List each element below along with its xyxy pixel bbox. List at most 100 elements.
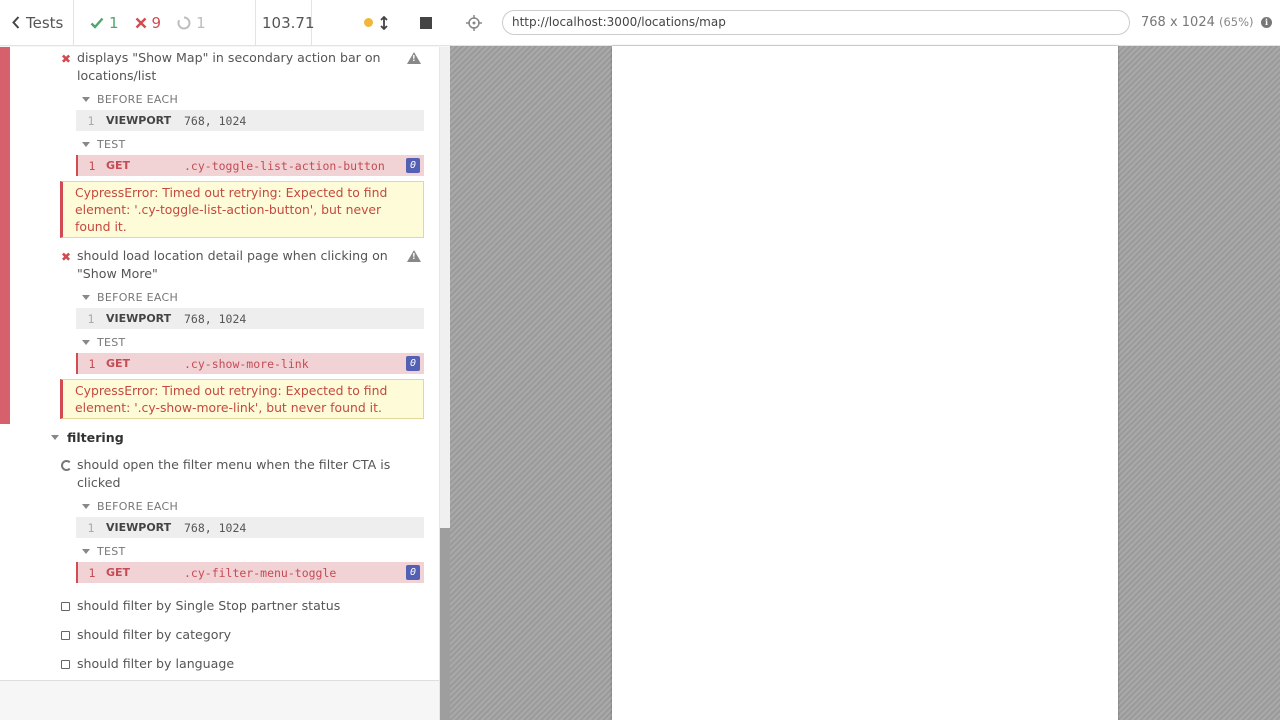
stop-icon[interactable] bbox=[420, 16, 432, 29]
command-message: .cy-filter-menu-toggle bbox=[184, 565, 337, 580]
warning-icon[interactable] bbox=[407, 52, 421, 64]
failed-stat[interactable]: 9 bbox=[135, 13, 162, 32]
error-line: element: '.cy-toggle-list-action-button'… bbox=[75, 202, 382, 217]
command-message: 768, 1024 bbox=[184, 520, 247, 535]
pending-count: 1 bbox=[196, 13, 206, 32]
command-message: .cy-show-more-link bbox=[184, 356, 309, 371]
duration: 103.71 bbox=[256, 0, 315, 45]
test-body-hook[interactable]: TEST bbox=[82, 138, 126, 151]
command-name: GET bbox=[106, 357, 131, 370]
caret-down-icon bbox=[82, 549, 90, 554]
stats: 1 9 1 bbox=[74, 0, 256, 45]
pending-square-icon bbox=[61, 660, 70, 669]
error-line: found it. bbox=[75, 219, 127, 234]
reporter-footer bbox=[0, 680, 439, 720]
command-name: GET bbox=[106, 566, 131, 579]
command-number: 1 bbox=[87, 311, 95, 326]
tests-back-button[interactable]: Tests bbox=[0, 0, 74, 45]
test-body-hook[interactable]: TEST bbox=[82, 336, 126, 349]
before-each-hook[interactable]: BEFORE EACH bbox=[82, 291, 178, 304]
test-title-line: should load location detail page when cl… bbox=[77, 248, 388, 263]
pending-test-title[interactable]: should filter by language bbox=[77, 655, 234, 673]
command-number: 1 bbox=[87, 113, 95, 128]
test-title-line: clicked bbox=[77, 475, 121, 490]
aut-iframe[interactable] bbox=[612, 46, 1118, 720]
selector-playground-icon[interactable] bbox=[466, 15, 482, 31]
pending-square-icon bbox=[61, 631, 70, 640]
suite-label: filtering bbox=[67, 430, 124, 445]
caret-down-icon bbox=[51, 435, 59, 440]
reporter-panel: Tests 1 9 1 103.71 ✖ displays "Show Map"… bbox=[0, 0, 450, 720]
command-name: VIEWPORT bbox=[106, 521, 172, 534]
suite-title[interactable]: filtering bbox=[51, 430, 124, 445]
hook-label: BEFORE EACH bbox=[97, 291, 179, 304]
command-number: 1 bbox=[88, 356, 96, 371]
failed-x-icon: ✖ bbox=[61, 52, 72, 66]
controls bbox=[312, 0, 450, 45]
x-icon bbox=[135, 17, 146, 28]
hook-label: TEST bbox=[97, 545, 126, 558]
error-line: CypressError: Timed out retrying: Expect… bbox=[75, 383, 388, 398]
pending-stat[interactable]: 1 bbox=[177, 14, 206, 32]
running-spinner-icon bbox=[61, 460, 72, 471]
pending-circle-icon bbox=[177, 16, 191, 29]
passed-stat[interactable]: 1 bbox=[90, 14, 119, 32]
command-number: 1 bbox=[88, 158, 96, 173]
command-row[interactable]: 1 VIEWPORT 768, 1024 bbox=[76, 308, 424, 329]
element-count-badge: 0 bbox=[406, 158, 420, 173]
command-row-failed[interactable]: 1 GET .cy-show-more-link 0 bbox=[76, 353, 424, 374]
viewport-dimensions: 768 x 1024 bbox=[1141, 15, 1215, 30]
running-indicator-icon bbox=[364, 18, 373, 27]
reporter-scrollbar-thumb[interactable] bbox=[440, 528, 450, 720]
zoom-percent: (65%) bbox=[1219, 15, 1254, 29]
command-message: .cy-toggle-list-action-button bbox=[184, 158, 385, 173]
caret-down-icon bbox=[82, 295, 90, 300]
test-body-hook[interactable]: TEST bbox=[82, 545, 126, 558]
test-title-line: locations/list bbox=[77, 68, 157, 83]
error-line: element: '.cy-show-more-link', but never… bbox=[75, 400, 382, 415]
command-message: 768, 1024 bbox=[184, 311, 247, 326]
auto-scroll-icon[interactable] bbox=[380, 15, 388, 30]
hook-label: TEST bbox=[97, 336, 126, 349]
command-row-failed[interactable]: 1 GET .cy-toggle-list-action-button 0 bbox=[76, 155, 424, 176]
pending-test-title[interactable]: should filter by category bbox=[77, 626, 231, 644]
test-title-line: should open the filter menu when the fil… bbox=[77, 457, 391, 472]
tests-label: Tests bbox=[26, 13, 64, 32]
command-number: 1 bbox=[88, 565, 96, 580]
command-message: 768, 1024 bbox=[184, 113, 247, 128]
error-message[interactable]: CypressError: Timed out retrying: Expect… bbox=[60, 379, 424, 419]
caret-down-icon bbox=[82, 142, 90, 147]
command-name: GET bbox=[106, 159, 131, 172]
hook-label: TEST bbox=[97, 138, 126, 151]
command-row[interactable]: 1 VIEWPORT 768, 1024 bbox=[76, 110, 424, 131]
caret-down-icon bbox=[82, 504, 90, 509]
element-count-badge: 0 bbox=[406, 565, 420, 580]
pending-test-title[interactable]: should filter by Single Stop partner sta… bbox=[77, 597, 340, 615]
element-count-badge: 0 bbox=[406, 356, 420, 371]
check-icon bbox=[90, 17, 104, 29]
command-number: 1 bbox=[87, 520, 95, 535]
info-icon[interactable]: i bbox=[1261, 17, 1272, 28]
test-title[interactable]: should open the filter menu when the fil… bbox=[77, 456, 390, 492]
error-message[interactable]: CypressError: Timed out retrying: Expect… bbox=[60, 181, 424, 238]
runnable-list: ✖ displays "Show Map" in secondary actio… bbox=[0, 47, 439, 681]
hook-label: BEFORE EACH bbox=[97, 93, 179, 106]
warning-icon[interactable] bbox=[407, 250, 421, 262]
caret-down-icon bbox=[82, 97, 90, 102]
passed-count: 1 bbox=[109, 13, 119, 32]
test-title[interactable]: displays "Show Map" in secondary action … bbox=[77, 49, 381, 85]
command-row-failed[interactable]: 1 GET .cy-filter-menu-toggle 0 bbox=[76, 562, 424, 583]
before-each-hook[interactable]: BEFORE EACH bbox=[82, 500, 178, 513]
url-field[interactable]: http://localhost:3000/locations/map bbox=[502, 10, 1130, 35]
failed-count: 9 bbox=[151, 13, 162, 32]
command-row[interactable]: 1 VIEWPORT 768, 1024 bbox=[76, 517, 424, 538]
failed-x-icon: ✖ bbox=[61, 250, 72, 264]
test-title[interactable]: should load location detail page when cl… bbox=[77, 247, 388, 283]
pending-square-icon bbox=[61, 602, 70, 611]
error-line: CypressError: Timed out retrying: Expect… bbox=[75, 185, 388, 200]
failed-indicator-bar bbox=[0, 47, 10, 424]
before-each-hook[interactable]: BEFORE EACH bbox=[82, 93, 178, 106]
viewport-info[interactable]: 768 x 1024 (65%) bbox=[1141, 15, 1254, 30]
command-name: VIEWPORT bbox=[106, 114, 172, 127]
test-title-line: "Show More" bbox=[77, 266, 158, 281]
